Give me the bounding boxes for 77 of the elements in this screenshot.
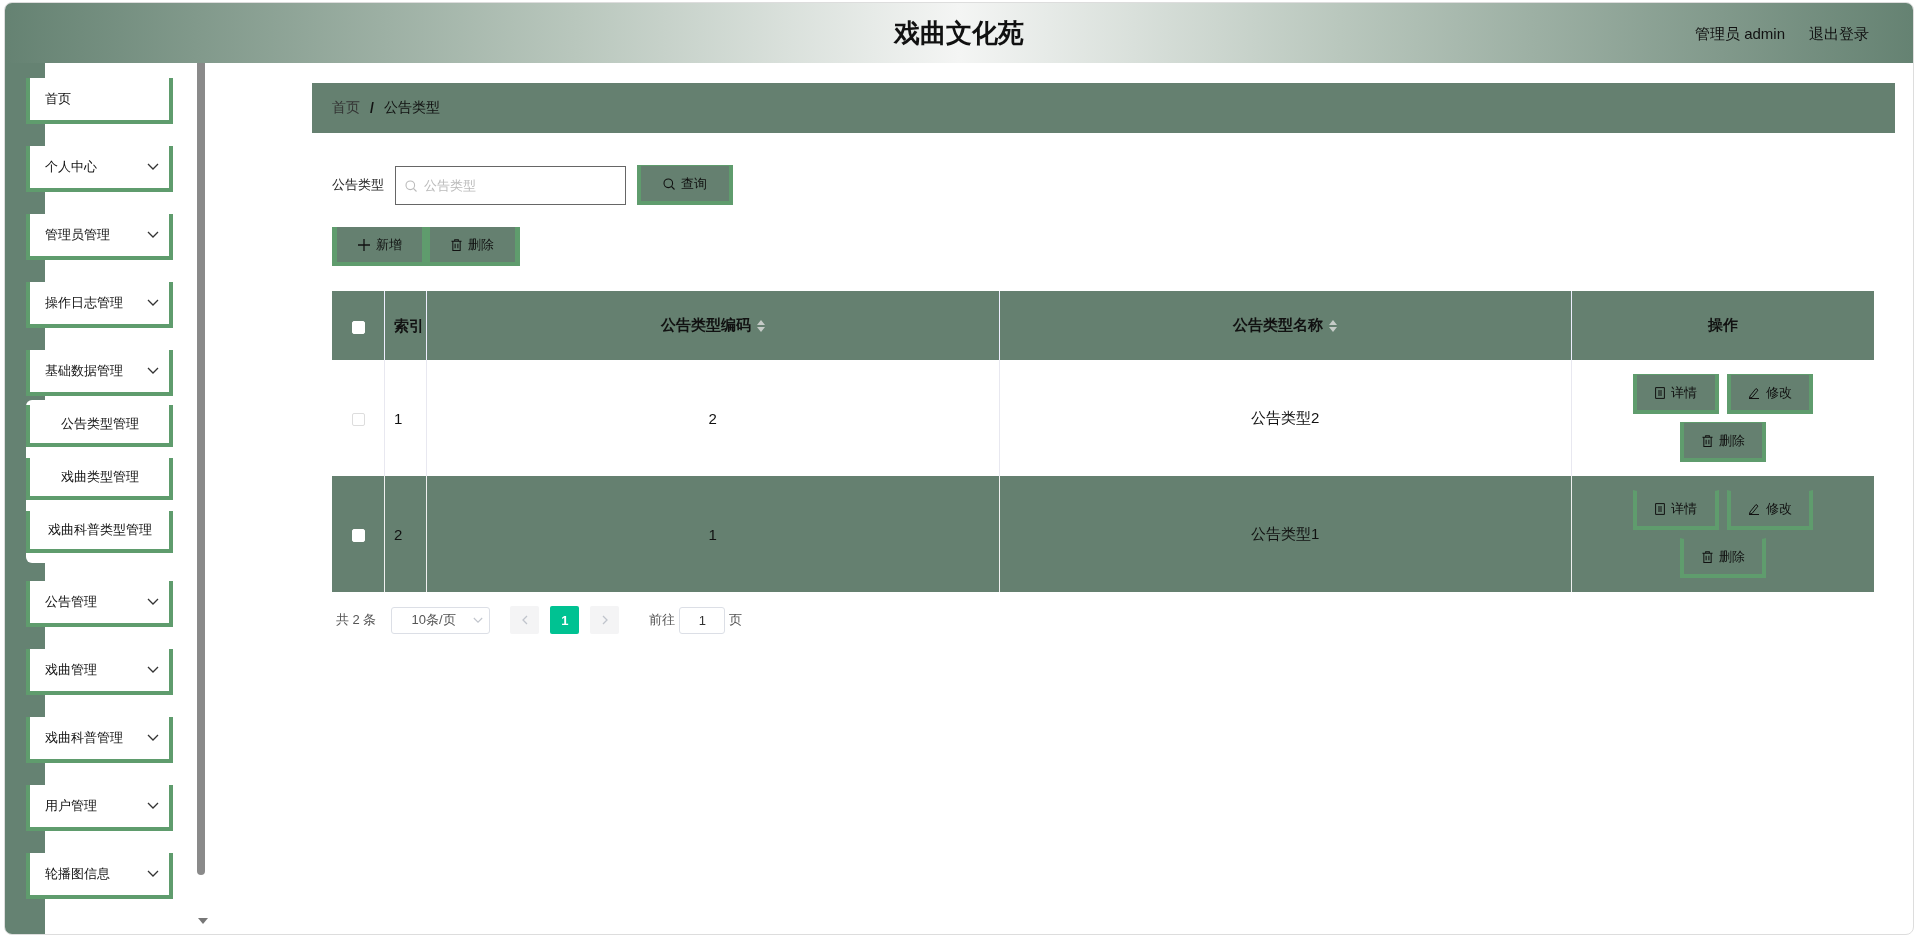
chevron-down-icon [147, 870, 159, 878]
table-cell: 2 [426, 360, 999, 476]
sort-icon[interactable] [1329, 320, 1338, 333]
breadcrumb-separator: / [370, 100, 374, 116]
search-field[interactable]: 公告类型 [395, 165, 626, 205]
total-count: 共 2 条 [336, 611, 377, 629]
chevron-down-icon [147, 666, 159, 674]
document-icon [1655, 502, 1665, 515]
delete-button[interactable]: 删除 [1680, 422, 1766, 462]
breadcrumb-link[interactable]: 公告类型 [383, 99, 440, 117]
add-button[interactable]: 新增 [337, 227, 422, 262]
select-all-checkbox[interactable] [351, 320, 365, 334]
page-unit-label: 页 [729, 611, 743, 629]
menu-item[interactable]: 首页 [26, 78, 173, 124]
search-label: 公告类型 [332, 176, 384, 194]
table-cell: 1 [426, 476, 999, 592]
scroll-down-icon[interactable] [198, 918, 208, 924]
menu-item[interactable]: 管理员管理 [26, 214, 173, 260]
column-header[interactable]: 公告类型名称 [999, 291, 1572, 360]
next-page-button[interactable] [590, 606, 620, 634]
chevron-left-icon [521, 615, 528, 625]
table-row[interactable]: 2 1 公告类型1 详情 修改 删除 [332, 476, 1874, 592]
menu-item[interactable]: 个人中心 [26, 146, 173, 192]
trash-icon [451, 238, 462, 251]
chevron-down-icon [147, 231, 159, 239]
menu-item[interactable]: 戏曲管理 [26, 649, 173, 695]
search-button[interactable]: 查询 [637, 165, 733, 205]
goto-page-field[interactable]: 1 [679, 606, 726, 634]
chevron-down-icon [147, 598, 159, 606]
row-checkbox[interactable] [351, 413, 365, 427]
chevron-down-icon [147, 734, 159, 742]
menu-item[interactable]: 操作日志管理 [26, 282, 173, 328]
search-icon [663, 177, 675, 190]
trash-icon [1701, 434, 1713, 447]
chevron-down-icon [473, 616, 484, 624]
previous-page-button[interactable] [510, 606, 540, 634]
pencil-icon [1748, 386, 1760, 399]
sort-icon[interactable] [756, 320, 765, 333]
menu-item[interactable]: 基础数据管理 [26, 350, 173, 396]
edit-button[interactable]: 修改 [1727, 490, 1813, 530]
goto-label: 前往 [649, 611, 676, 629]
submenu-item[interactable]: 公告类型管理 [26, 405, 173, 447]
table-cell: 公告类型1 [999, 476, 1572, 592]
edit-button[interactable]: 修改 [1727, 374, 1813, 414]
detail-button[interactable]: 详情 [1633, 374, 1719, 414]
logout-link[interactable]: 退出登录 [1809, 25, 1869, 44]
menu-item[interactable]: 轮播图信息 [26, 853, 173, 899]
table-cell: 2 [384, 476, 427, 592]
user-label: 管理员 admin [1694, 25, 1785, 44]
chevron-right-icon [601, 615, 608, 625]
trash-icon [1701, 550, 1713, 563]
scrollbar[interactable] [197, 63, 205, 875]
pencil-icon [1748, 502, 1760, 515]
document-icon [1655, 386, 1665, 399]
delete-button[interactable]: 删除 [430, 227, 515, 262]
breadcrumb-link[interactable]: 首页 [332, 99, 360, 117]
submenu-item[interactable]: 戏曲类型管理 [26, 458, 173, 500]
submenu-item[interactable]: 戏曲科普类型管理 [26, 511, 173, 553]
table-cell: 1 [384, 360, 427, 476]
detail-button[interactable]: 详情 [1633, 490, 1719, 530]
search-icon [405, 179, 417, 192]
chevron-down-icon [147, 299, 159, 307]
page-size-select[interactable]: 10条/页 [391, 606, 491, 634]
chevron-down-icon [147, 367, 159, 375]
site-title: 戏曲文化苑 [894, 16, 1024, 50]
chevron-down-icon [147, 163, 159, 171]
plus-icon [357, 238, 370, 251]
column-header[interactable]: 操作 [1571, 291, 1874, 360]
chevron-down-icon [147, 802, 159, 810]
column-header[interactable]: 索引 [384, 291, 427, 360]
delete-button[interactable]: 删除 [1680, 538, 1766, 578]
table-cell: 公告类型2 [999, 360, 1572, 476]
menu-item[interactable]: 公告管理 [26, 581, 173, 627]
menu-item[interactable]: 用户管理 [26, 785, 173, 831]
column-header[interactable]: 公告类型编码 [426, 291, 999, 360]
menu-item[interactable]: 戏曲科普管理 [26, 717, 173, 763]
table-row[interactable]: 1 2 公告类型2 详情 修改 删除 [332, 360, 1874, 476]
